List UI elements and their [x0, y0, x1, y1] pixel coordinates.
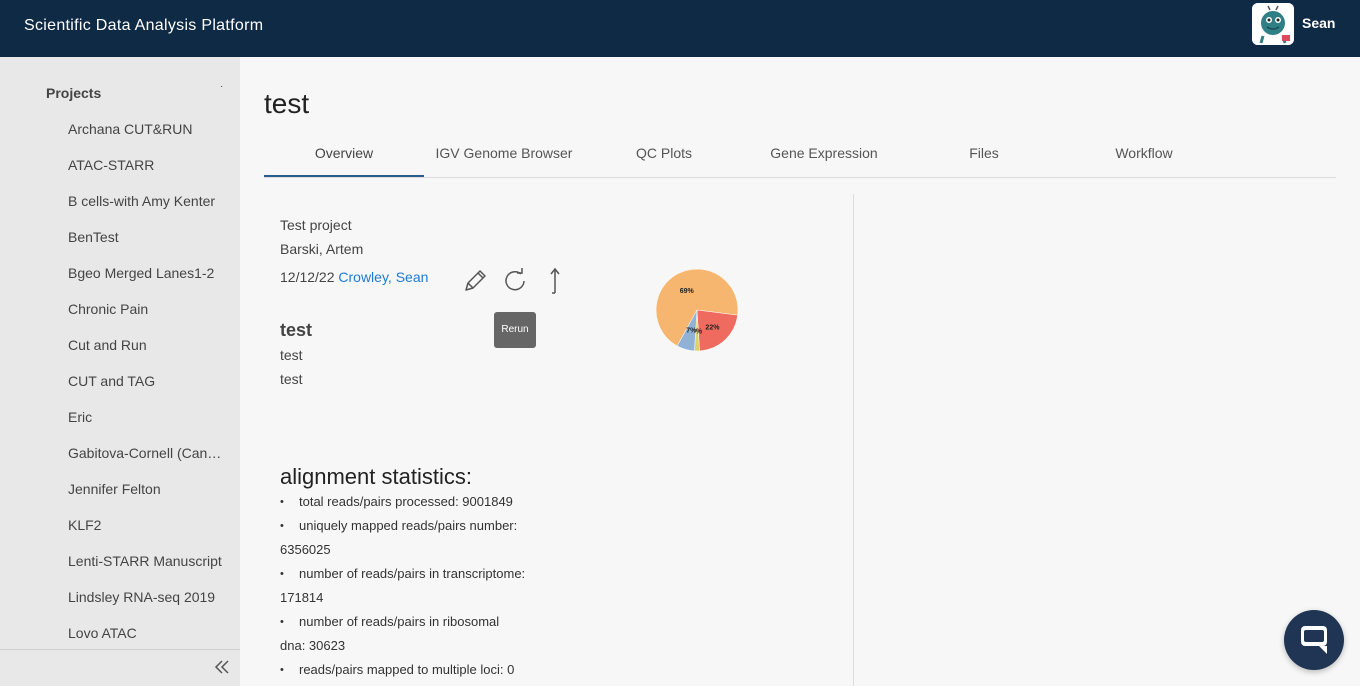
refresh-icon[interactable]	[501, 267, 529, 295]
sidebar-item-project[interactable]: Bgeo Merged Lanes1-2	[68, 264, 228, 300]
stat-value: 6356025	[280, 542, 331, 557]
sidebar-item-project[interactable]: Lenti-STARR Manuscript	[68, 552, 228, 588]
pie-label: 22%	[705, 324, 720, 331]
rerun-tooltip: Rerun	[494, 312, 536, 348]
sidebar-item-project[interactable]: KLF2	[68, 516, 228, 552]
tab-workflow[interactable]: Workflow	[1064, 140, 1224, 177]
stat-item: total reads/pairs processed: 9001849	[280, 490, 560, 514]
pie-label: 69%	[680, 288, 695, 295]
avatar-image	[1252, 3, 1294, 45]
pie-label: 7%	[686, 328, 697, 335]
sidebar-item-project[interactable]: B cells-with Amy Kenter	[68, 192, 228, 228]
stat-item: number of reads/pairs in ribosomal	[280, 610, 560, 634]
sample-line: test	[280, 371, 303, 387]
chat-icon	[1301, 626, 1327, 654]
author-link[interactable]: Crowley, Sean	[338, 269, 428, 285]
sidebar-item-project[interactable]: Gabitova-Cornell (Cancer)	[68, 444, 228, 480]
stat-value: 171814	[280, 590, 324, 605]
sidebar-item-project[interactable]: ATAC-STARR	[68, 156, 228, 192]
sidebar-item-project[interactable]: Chronic Pain	[68, 300, 228, 336]
sidebar-item-project[interactable]: Archana CUT&RUN	[68, 120, 228, 156]
project-list: Archana CUT&RUN ATAC-STARR B cells-with …	[68, 120, 228, 660]
sample-title: test	[280, 320, 313, 340]
tab-bar: Overview IGV Genome Browser QC Plots Gen…	[264, 140, 1336, 178]
chat-button[interactable]	[1284, 610, 1344, 670]
pie-chart: 69%22%2%7%	[655, 268, 739, 352]
tab-files[interactable]: Files	[904, 140, 1064, 177]
arrow-up-icon[interactable]	[541, 267, 569, 295]
project-info: Test project Barski, Artem	[280, 213, 363, 261]
stat-item: uniquely mapped reads/pairs number:	[280, 514, 560, 538]
user-avatar[interactable]	[1252, 3, 1294, 45]
stats-list: total reads/pairs processed: 9001849 uni…	[280, 490, 560, 682]
project-pi: Barski, Artem	[280, 241, 364, 257]
app-title: Scientific Data Analysis Platform	[24, 17, 264, 34]
stats-title: alignment statistics:	[280, 464, 472, 489]
sidebar-item-project[interactable]: Lindsley RNA-seq 2019	[68, 588, 228, 624]
main-content: test Overview IGV Genome Browser QC Plot…	[240, 57, 1360, 686]
sidebar-item-project[interactable]: BenTest	[68, 228, 228, 264]
tab-overview[interactable]: Overview	[264, 140, 424, 177]
pencil-icon[interactable]	[461, 267, 489, 295]
top-bar: Scientific Data Analysis Platform Sean	[0, 0, 1360, 57]
sidebar-item-project[interactable]: Jennifer Felton	[68, 480, 228, 516]
sidebar-marker: ·	[220, 81, 224, 92]
tab-gene-expression[interactable]: Gene Expression	[744, 140, 904, 177]
project-date: 12/12/22	[280, 269, 335, 285]
sample-line: test	[280, 347, 303, 363]
stat-value: dna: 30623	[280, 638, 346, 653]
panel-divider	[853, 194, 854, 686]
username[interactable]: Sean	[1302, 15, 1335, 31]
sidebar-heading: Projects	[46, 85, 102, 101]
date-author-row: 12/12/22 Crowley, Sean	[280, 269, 428, 285]
sidebar-footer	[0, 649, 240, 686]
tab-igv-genome-browser[interactable]: IGV Genome Browser	[424, 140, 584, 177]
project-name: Test project	[280, 217, 352, 233]
tab-qc-plots[interactable]: QC Plots	[584, 140, 744, 177]
sidebar-item-project[interactable]: CUT and TAG	[68, 372, 228, 408]
page-title: test	[264, 88, 310, 119]
stat-item: reads/pairs mapped to multiple loci: 0	[280, 658, 560, 682]
stat-item: number of reads/pairs in transcriptome:	[280, 562, 560, 586]
double-chevron-left-icon[interactable]	[213, 658, 231, 676]
sidebar-item-project[interactable]: Cut and Run	[68, 336, 228, 372]
sidebar: Projects · Archana CUT&RUN ATAC-STARR B …	[0, 57, 240, 686]
sidebar-item-project[interactable]: Eric	[68, 408, 228, 444]
